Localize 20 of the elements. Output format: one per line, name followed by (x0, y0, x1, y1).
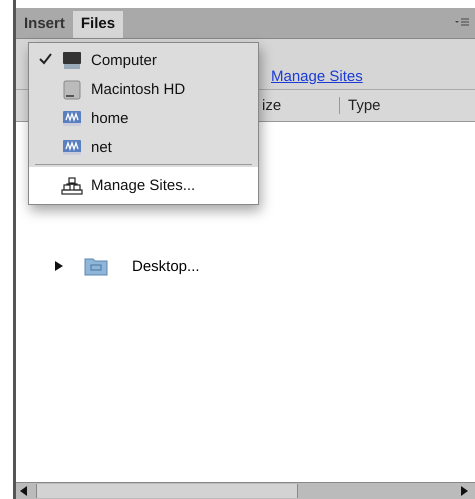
computer-icon (61, 50, 83, 70)
sites-icon (61, 176, 83, 196)
menu-item[interactable]: net (29, 133, 258, 162)
column-header[interactable]: ize (262, 97, 340, 114)
tab[interactable]: Insert (16, 11, 73, 38)
menu-item[interactable]: Computer (29, 46, 258, 75)
collapsed-arrow-icon[interactable] (54, 260, 64, 272)
folder-icon (84, 256, 108, 276)
hard-drive-icon (61, 80, 83, 100)
network-drive-icon (61, 108, 83, 128)
scrollbar-thumb[interactable] (36, 484, 298, 498)
menu-item[interactable]: Manage Sites... (29, 167, 258, 204)
network-drive-icon (61, 138, 83, 158)
tree-item-label[interactable]: Desktop... (132, 258, 200, 274)
manage-sites-link[interactable]: Manage Sites (271, 68, 363, 85)
column-header[interactable]: Type (340, 97, 381, 114)
tab[interactable]: Files (72, 11, 124, 38)
panel-menu-icon[interactable] (455, 18, 469, 28)
menu-item[interactable]: home (29, 104, 258, 133)
menu-item[interactable]: Macintosh HD (29, 75, 258, 104)
